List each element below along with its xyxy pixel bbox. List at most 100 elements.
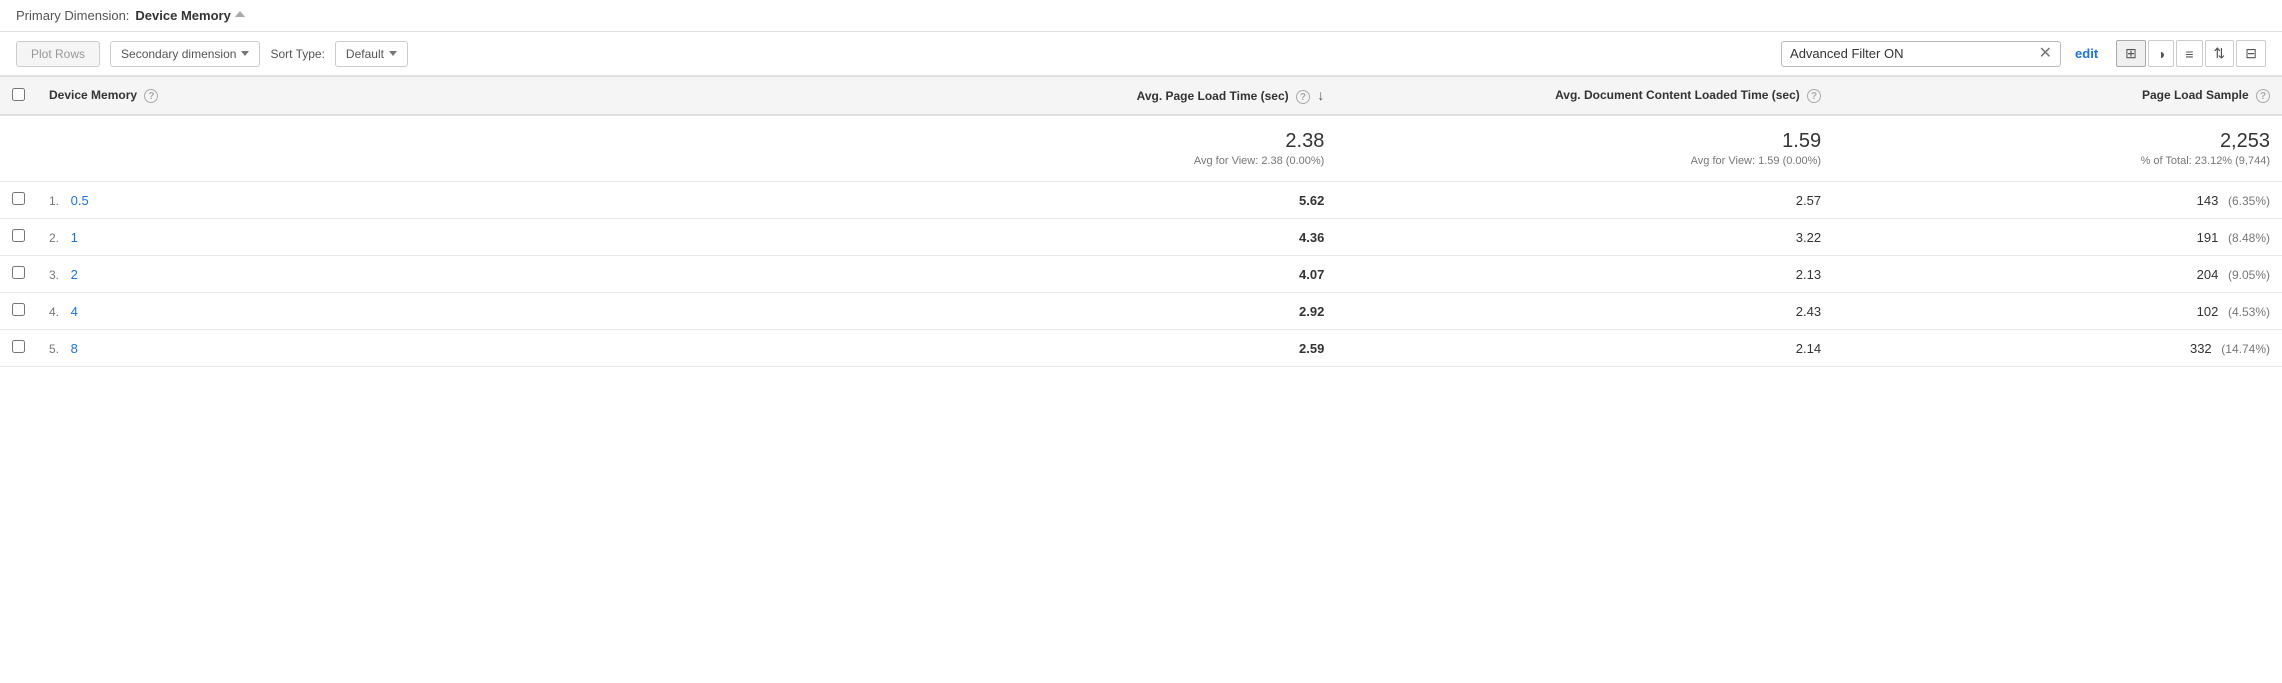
col-avg-doc-label: Avg. Document Content Loaded Time (sec) (1555, 88, 1800, 102)
row-dimension-link-2[interactable]: 2 (71, 267, 78, 282)
row-avg-doc-cell-1: 3.22 (1336, 219, 1833, 256)
secondary-dimension-arrow-icon (241, 51, 249, 56)
primary-dimension-bar: Primary Dimension: Device Memory (0, 0, 2282, 32)
row-page-sample-cell-2: 204 (9.05%) (1833, 256, 2282, 293)
summary-avg-doc-sub: Avg for View: 1.59 (0.00%) (1348, 155, 1821, 167)
edit-filter-link[interactable]: edit (2075, 46, 2098, 61)
row-avg-load-value-2: 4.07 (898, 267, 1324, 282)
row-page-sample-value-3: 102 (2197, 304, 2219, 319)
filter-close-icon[interactable]: ✕ (2039, 46, 2052, 62)
col-header-device-memory: Device Memory ? (37, 77, 886, 116)
row-checkbox-cell-3 (0, 293, 37, 330)
summary-avg-load-value: 2.38 (898, 130, 1324, 153)
row-dimension-cell-1: 2. 1 (37, 219, 886, 256)
row-avg-load-cell-1: 4.36 (886, 219, 1336, 256)
summary-row: 2.38 Avg for View: 2.38 (0.00%) 1.59 Avg… (0, 115, 2282, 182)
sort-default-label: Default (346, 47, 384, 61)
grid-icon: ⊞ (2125, 45, 2137, 62)
primary-dimension-value: Device Memory (135, 8, 230, 23)
row-pct-value-1: (8.48%) (2228, 231, 2270, 245)
row-avg-doc-value-2: 2.13 (1348, 267, 1821, 282)
avg-doc-help-icon[interactable]: ? (1807, 89, 1821, 103)
sort-type-arrow-icon (389, 51, 397, 56)
row-checkbox-4[interactable] (12, 340, 25, 353)
row-avg-doc-value-0: 2.57 (1348, 193, 1821, 208)
plot-rows-button[interactable]: Plot Rows (16, 41, 100, 67)
row-dimension-link-1[interactable]: 1 (71, 230, 78, 245)
row-page-sample-cell-3: 102 (4.53%) (1833, 293, 2282, 330)
col-header-page-sample: Page Load Sample ? (1833, 77, 2282, 116)
row-avg-load-cell-4: 2.59 (886, 330, 1336, 367)
sort-type-dropdown[interactable]: Default (335, 41, 408, 67)
row-checkbox-1[interactable] (12, 229, 25, 242)
row-number-0: 1. (49, 194, 59, 208)
col-page-sample-label: Page Load Sample (2142, 88, 2249, 102)
avg-load-help-icon[interactable]: ? (1296, 90, 1310, 104)
row-dimension-cell-4: 5. 8 (37, 330, 886, 367)
row-avg-load-cell-0: 5.62 (886, 182, 1336, 219)
row-avg-load-value-1: 4.36 (898, 230, 1324, 245)
table-row: 4. 4 2.92 2.43 102 (4.53%) (0, 293, 2282, 330)
table-icon: ⊟ (2245, 45, 2257, 62)
row-avg-doc-cell-3: 2.43 (1336, 293, 1833, 330)
table-row: 3. 2 4.07 2.13 204 (9.05%) (0, 256, 2282, 293)
primary-dimension-label: Primary Dimension: (16, 8, 129, 23)
col-header-avg-doc: Avg. Document Content Loaded Time (sec) … (1336, 77, 1833, 116)
pivot-view-button[interactable]: ⇅ (2205, 40, 2235, 67)
row-number-3: 4. (49, 305, 59, 319)
row-checkbox-cell-1 (0, 219, 37, 256)
row-dimension-link-0[interactable]: 0.5 (71, 193, 89, 208)
view-icons-group: ⊞ ◑ ≡ ⇅ ⊟ (2116, 40, 2266, 67)
row-avg-doc-cell-2: 2.13 (1336, 256, 1833, 293)
row-number-1: 2. (49, 231, 59, 245)
avg-load-sort-icon[interactable]: ↓ (1317, 87, 1324, 103)
summary-dimension-cell (37, 115, 886, 182)
table-row: 5. 8 2.59 2.14 332 (14.74%) (0, 330, 2282, 367)
row-page-sample-cell-1: 191 (8.48%) (1833, 219, 2282, 256)
table-row: 2. 1 4.36 3.22 191 (8.48%) (0, 219, 2282, 256)
row-pct-value-2: (9.05%) (2228, 268, 2270, 282)
pie-view-button[interactable]: ◑ (2148, 40, 2174, 67)
primary-dimension-caret[interactable] (235, 11, 245, 17)
row-avg-load-cell-3: 2.92 (886, 293, 1336, 330)
row-avg-doc-cell-0: 2.57 (1336, 182, 1833, 219)
advanced-filter-input[interactable] (1790, 46, 2033, 61)
table-header-row: Device Memory ? Avg. Page Load Time (sec… (0, 77, 2282, 116)
row-avg-doc-value-1: 3.22 (1348, 230, 1821, 245)
summary-avg-load-cell: 2.38 Avg for View: 2.38 (0.00%) (886, 115, 1336, 182)
row-page-sample-value-1: 191 (2197, 230, 2219, 245)
page-sample-help-icon[interactable]: ? (2256, 89, 2270, 103)
row-pct-value-4: (14.74%) (2221, 342, 2270, 356)
row-page-sample-value-2: 204 (2197, 267, 2219, 282)
row-checkbox-2[interactable] (12, 266, 25, 279)
summary-page-sample-sub: % of Total: 23.12% (9,744) (1845, 155, 2270, 167)
select-all-checkbox[interactable] (12, 88, 25, 101)
col-device-memory-label: Device Memory (49, 88, 137, 102)
row-dimension-link-4[interactable]: 8 (71, 341, 78, 356)
row-dimension-cell-0: 1. 0.5 (37, 182, 886, 219)
secondary-dimension-dropdown[interactable]: Secondary dimension (110, 41, 260, 67)
row-dimension-cell-2: 3. 2 (37, 256, 886, 293)
row-avg-load-cell-2: 4.07 (886, 256, 1336, 293)
pivot-icon: ⇅ (2214, 45, 2226, 62)
row-number-4: 5. (49, 342, 59, 356)
row-page-sample-value-4: 332 (2190, 341, 2212, 356)
compare-view-button[interactable]: ≡ (2176, 40, 2202, 67)
row-number-2: 3. (49, 268, 59, 282)
col-avg-load-label: Avg. Page Load Time (sec) (1137, 89, 1289, 103)
compare-icon: ≡ (2185, 46, 2193, 62)
summary-checkbox-cell (0, 115, 37, 182)
row-pct-value-0: (6.35%) (2228, 194, 2270, 208)
row-page-sample-cell-4: 332 (14.74%) (1833, 330, 2282, 367)
filter-box: ✕ (1781, 41, 2061, 67)
row-avg-load-value-4: 2.59 (898, 341, 1324, 356)
row-checkbox-3[interactable] (12, 303, 25, 316)
secondary-dimension-label: Secondary dimension (121, 47, 236, 61)
row-checkbox-0[interactable] (12, 192, 25, 205)
grid-view-button[interactable]: ⊞ (2116, 40, 2146, 67)
table-view-button[interactable]: ⊟ (2236, 40, 2266, 67)
row-avg-load-value-3: 2.92 (898, 304, 1324, 319)
row-dimension-link-3[interactable]: 4 (71, 304, 78, 319)
row-page-sample-cell-0: 143 (6.35%) (1833, 182, 2282, 219)
device-memory-help-icon[interactable]: ? (144, 89, 158, 103)
